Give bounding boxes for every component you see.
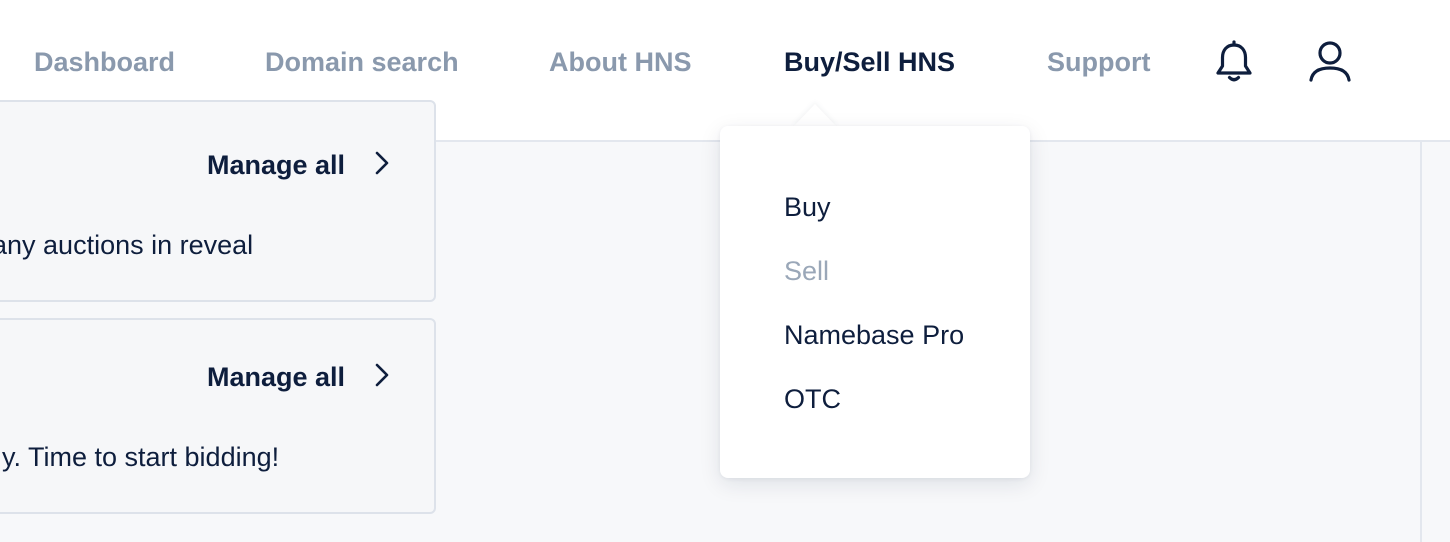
buy-sell-dropdown: Buy Sell Namebase Pro OTC [720,126,1030,478]
start-bidding-card: Manage all y. Time to start bidding! [0,318,436,514]
dropdown-item-buy[interactable]: Buy [784,190,831,224]
manage-all-label: Manage all [207,150,346,180]
chevron-right-icon [375,151,389,180]
nav-about-hns[interactable]: About HNS [549,44,691,80]
dropdown-item-sell[interactable]: Sell [784,254,829,288]
manage-all-link[interactable]: Manage all [207,360,389,394]
card-message: any auctions in reveal [0,230,254,260]
dropdown-caret [793,104,837,127]
user-icon[interactable] [1308,40,1352,89]
dropdown-item-namebase-pro[interactable]: Namebase Pro [784,318,964,352]
nav-dashboard[interactable]: Dashboard [34,44,175,80]
chevron-right-icon [375,363,389,392]
card-message: y. Time to start bidding! [2,442,280,472]
scroll-edge-divider [1420,142,1422,542]
manage-all-link[interactable]: Manage all [207,148,389,182]
dropdown-item-otc[interactable]: OTC [784,382,841,416]
nav-domain-search[interactable]: Domain search [265,44,459,80]
nav-support[interactable]: Support [1047,44,1150,80]
nav-buy-sell-hns[interactable]: Buy/Sell HNS [784,44,955,80]
bell-icon[interactable] [1213,40,1255,89]
manage-all-label: Manage all [207,362,346,392]
auctions-reveal-card: Manage all any auctions in reveal [0,100,436,302]
